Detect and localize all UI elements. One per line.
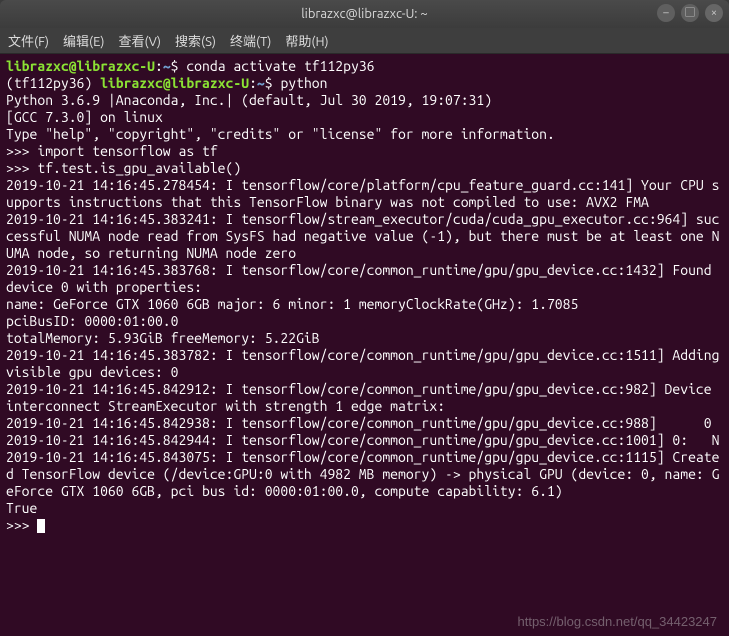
command-2: python <box>280 75 327 91</box>
python-stmt-1: >>> import tensorflow as tf <box>6 143 218 159</box>
log-line-6: totalMemory: 5.93GiB freeMemory: 5.22GiB <box>6 330 320 346</box>
minimize-button[interactable]: – <box>657 4 675 22</box>
log-line-2: 2019-10-21 14:16:45.383241: I tensorflow… <box>6 211 719 261</box>
prompt-env-prefix: (tf112py36) <box>6 75 100 91</box>
log-line-11: 2019-10-21 14:16:45.843075: I tensorflow… <box>6 449 719 499</box>
python-stmt-2: >>> tf.test.is_gpu_available() <box>6 160 241 176</box>
window-controls: – □ × <box>657 4 723 22</box>
window-title: librazxc@librazxc-U: ~ <box>301 7 427 21</box>
log-line-10: 2019-10-21 14:16:45.842944: I tensorflow… <box>6 432 719 448</box>
log-line-4: name: GeForce GTX 1060 6GB major: 6 mino… <box>6 296 578 312</box>
result-true: True <box>6 500 37 516</box>
terminal-area[interactable]: librazxc@librazxc-U:~$ conda activate tf… <box>0 54 729 636</box>
menubar: 文件(F) 编辑(E) 查看(V) 搜索(S) 终端(T) 帮助(H) <box>0 28 729 54</box>
menu-view[interactable]: 查看(V) <box>119 31 161 50</box>
watermark: https://blog.csdn.net/qq_34423247 <box>518 613 718 630</box>
maximize-button[interactable]: □ <box>681 4 699 22</box>
menu-search[interactable]: 搜索(S) <box>175 31 216 50</box>
prompt-sep: : <box>155 58 163 74</box>
log-line-1: 2019-10-21 14:16:45.278454: I tensorflow… <box>6 177 719 210</box>
cursor <box>37 519 45 533</box>
log-line-8: 2019-10-21 14:16:45.842912: I tensorflow… <box>6 381 719 414</box>
menu-terminal[interactable]: 终端(T) <box>230 31 271 50</box>
python-banner-3: Type "help", "copyright", "credits" or "… <box>6 126 555 142</box>
python-banner-2: [GCC 7.3.0] on linux <box>6 109 163 125</box>
prompt-path: ~ <box>163 58 171 74</box>
log-line-9: 2019-10-21 14:16:45.842938: I tensorflow… <box>6 415 712 431</box>
menu-file[interactable]: 文件(F) <box>8 31 49 50</box>
close-button[interactable]: × <box>705 4 723 22</box>
menu-edit[interactable]: 编辑(E) <box>63 31 104 50</box>
command-1: conda activate tf112py36 <box>186 58 374 74</box>
log-line-5: pciBusID: 0000:01:00.0 <box>6 313 178 329</box>
menu-help[interactable]: 帮助(H) <box>285 31 328 50</box>
prompt-user-host-2: librazxc@librazxc-U <box>100 75 249 91</box>
prompt-user-host: librazxc@librazxc-U <box>6 58 155 74</box>
prompt-dollar: $ <box>171 58 179 74</box>
python-prompt-next: >>> <box>6 517 37 533</box>
python-banner-1: Python 3.6.9 |Anaconda, Inc.| (default, … <box>6 92 492 108</box>
log-line-7: 2019-10-21 14:16:45.383782: I tensorflow… <box>6 347 727 380</box>
log-line-3: 2019-10-21 14:16:45.383768: I tensorflow… <box>6 262 719 295</box>
titlebar: librazxc@librazxc-U: ~ – □ × <box>0 0 729 28</box>
